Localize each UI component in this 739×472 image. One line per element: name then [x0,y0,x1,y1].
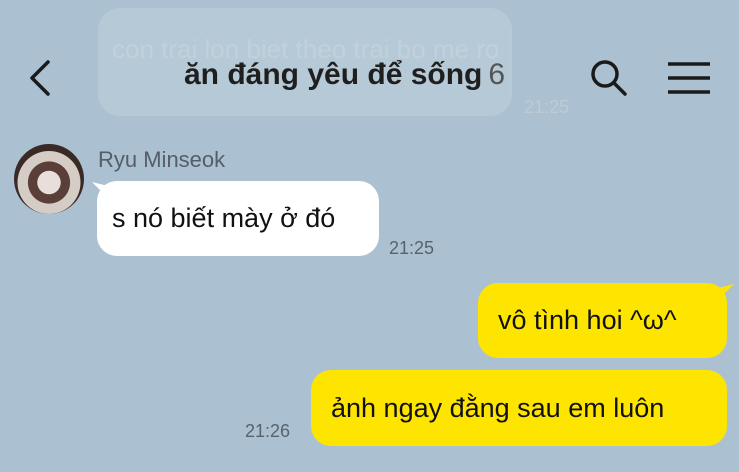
message-time: 21:25 [389,238,435,258]
sender-name: Ryu Minseok [98,147,226,172]
chat-title-text: ăn đáng yêu để sống [184,58,483,91]
member-count: 6 [488,58,506,91]
message-text: vô tình hoi ^ω^ [498,305,677,335]
incoming-message-bubble[interactable]: s nó biết mày ở đó [97,181,379,256]
outgoing-message-bubble[interactable]: ảnh ngay đằng sau em luôn [311,370,727,446]
outgoing-message-bubble[interactable]: vô tình hoi ^ω^ [478,283,727,358]
message-text: ảnh ngay đằng sau em luôn [331,392,665,423]
menu-icon[interactable] [666,60,712,96]
back-arrow-icon[interactable] [26,58,66,98]
outgoing-bubble-tail [718,284,734,300]
chat-title: ăn đáng yêu để sống 6 [184,58,505,92]
chat-header: ăn đáng yêu để sống 6 [0,0,739,150]
message-text: s nó biết mày ở đó [112,203,336,233]
message-time: 21:26 [245,421,291,441]
search-icon[interactable] [588,58,630,98]
avatar[interactable] [14,144,84,214]
